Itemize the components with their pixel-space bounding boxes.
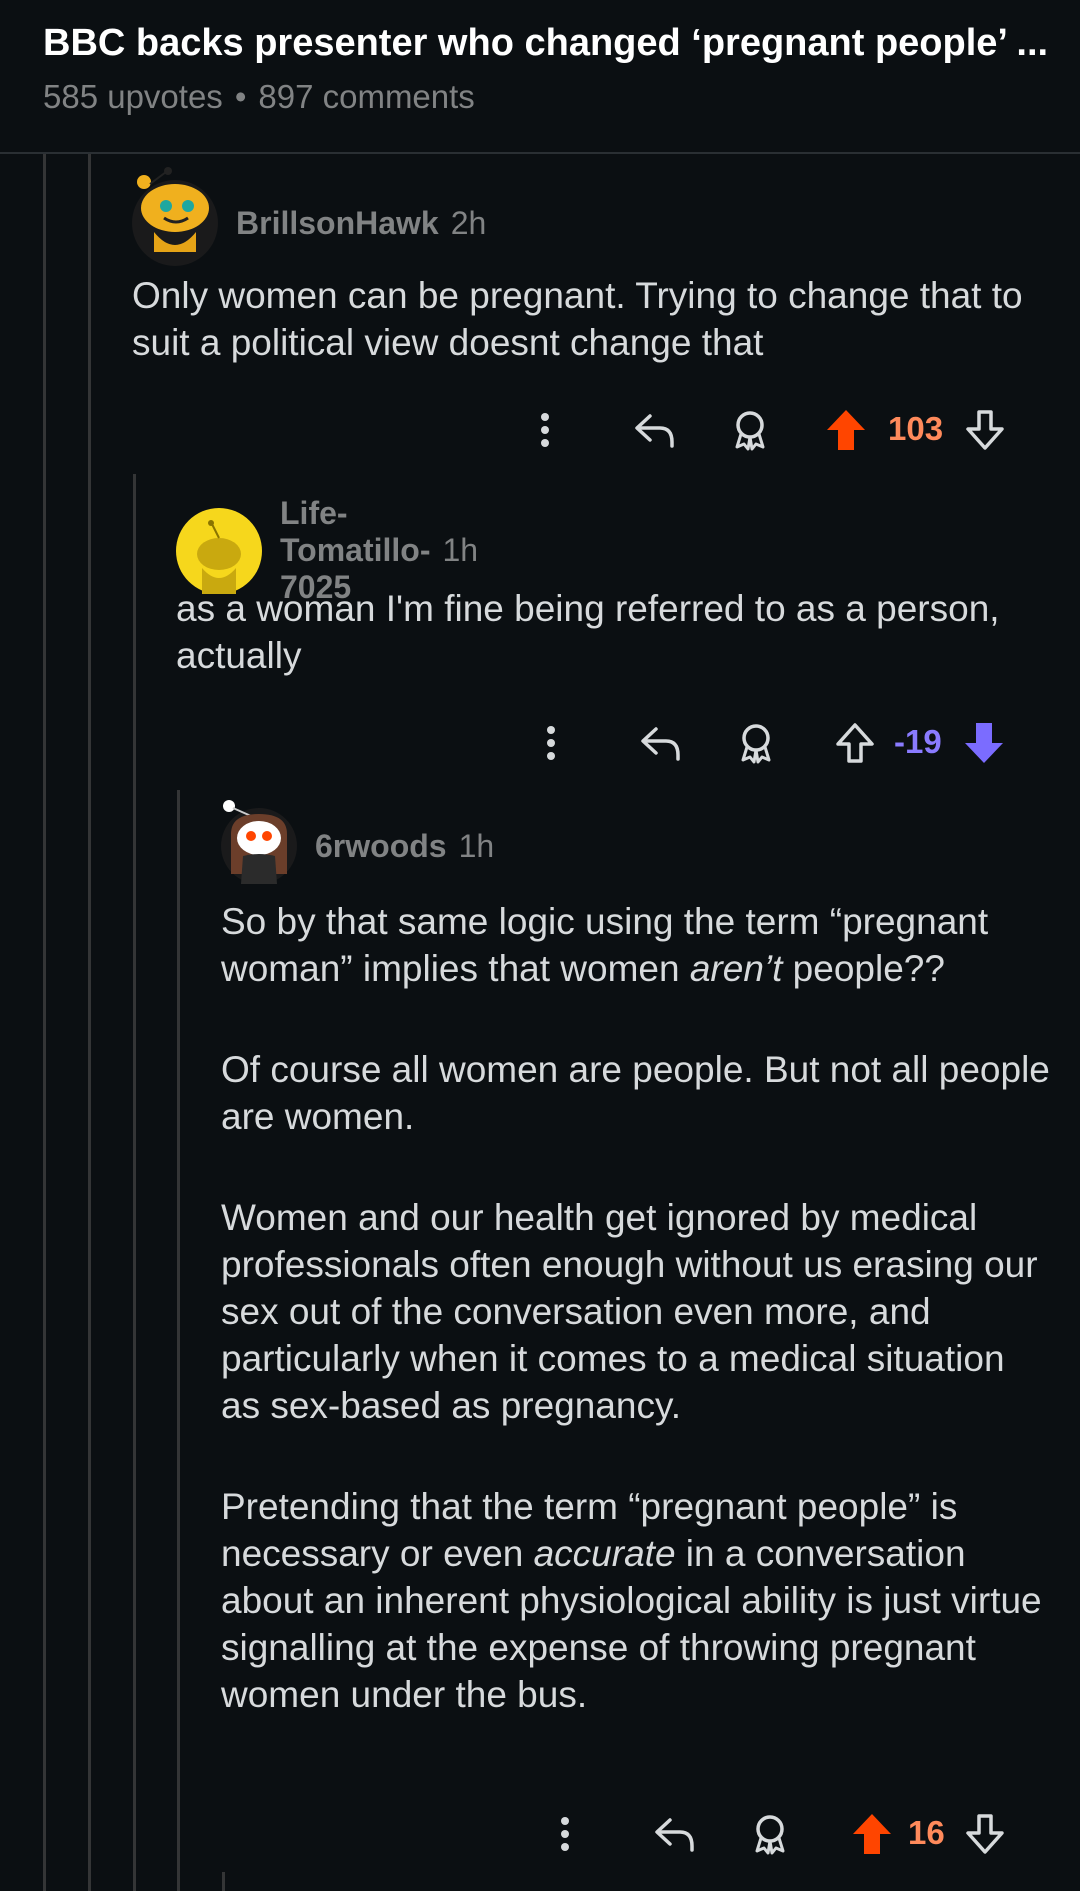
comment-time: 2h: [450, 204, 487, 241]
meta-separator: •: [234, 78, 247, 115]
comment-body: Only women can be pregnant. Trying to ch…: [132, 272, 1032, 366]
comment-author-row: 6rwoods 1h: [221, 800, 495, 884]
reply-icon[interactable]: [631, 713, 691, 773]
avatar-snoo-icon: [137, 167, 209, 252]
award-icon[interactable]: [726, 713, 786, 773]
comment-paragraph: as a woman I'm fine being referred to as…: [176, 588, 1000, 676]
more-vertical-icon[interactable]: [520, 400, 570, 460]
comment-paragraph: Of course all women are people. But not …: [221, 1049, 1050, 1137]
upvote-icon[interactable]: [846, 1804, 898, 1864]
comment-actions: 16: [540, 1804, 1040, 1864]
thread-line-3[interactable]: [133, 474, 136, 1891]
avatar[interactable]: [176, 507, 262, 594]
upvote-icon[interactable]: [830, 713, 880, 773]
paragraph-text: people??: [782, 948, 945, 989]
thread-line-4[interactable]: [177, 790, 180, 1891]
comment-body: as a woman I'm fine being referred to as…: [176, 585, 1036, 679]
award-icon[interactable]: [740, 1804, 800, 1864]
downvote-icon[interactable]: [960, 1804, 1010, 1864]
upvote-count: 585 upvotes: [43, 78, 223, 115]
comment-actions: -19: [526, 713, 1026, 773]
vote-score: -19: [894, 723, 942, 760]
comment-paragraph: Only women can be pregnant. Trying to ch…: [132, 275, 1023, 363]
comment-username[interactable]: BrillsonHawk: [236, 205, 439, 242]
vote-score: 16: [908, 1814, 945, 1851]
comment-paragraph: Women and our health get ignored by medi…: [221, 1197, 1038, 1426]
avatar-snoo-icon: [223, 800, 287, 884]
emphasis-text: aren’t: [689, 948, 783, 989]
post-header: BBC backs presenter who changed ‘pregnan…: [0, 0, 1080, 154]
comment-actions: 103: [520, 400, 1020, 460]
post-title[interactable]: BBC backs presenter who changed ‘pregnan…: [43, 22, 1053, 65]
avatar-snoo-icon: [197, 519, 241, 594]
comment-paragraph: Pretending that the term “pregnant peopl…: [221, 1483, 1051, 1718]
reply-icon[interactable]: [625, 400, 685, 460]
downvote-icon[interactable]: [960, 400, 1010, 460]
reply-icon[interactable]: [645, 1804, 705, 1864]
comment-count: 897 comments: [258, 78, 475, 115]
comment-body: So by that same logic using the term “pr…: [221, 898, 1051, 1718]
post-meta: 585 upvotes • 897 comments: [43, 78, 475, 116]
downvote-icon[interactable]: [958, 713, 1010, 773]
more-vertical-icon[interactable]: [526, 713, 576, 773]
thread-line-5[interactable]: [222, 1872, 225, 1891]
comment-author-row: BrillsonHawk 2h: [132, 167, 487, 266]
upvote-icon[interactable]: [820, 400, 872, 460]
avatar[interactable]: [221, 800, 297, 884]
comment-time: 1h: [458, 827, 495, 864]
more-vertical-icon[interactable]: [540, 1804, 590, 1864]
avatar[interactable]: [132, 167, 218, 266]
emphasis-text: accurate: [533, 1533, 676, 1574]
thread-line-2[interactable]: [88, 154, 91, 1891]
thread-line-1[interactable]: [43, 154, 46, 1891]
comment-username[interactable]: 6rwoods: [315, 828, 447, 865]
comment-paragraph: So by that same logic using the term “pr…: [221, 898, 1051, 992]
vote-score: 103: [888, 410, 944, 447]
award-icon[interactable]: [720, 400, 780, 460]
comment-time: 1h: [442, 532, 479, 568]
